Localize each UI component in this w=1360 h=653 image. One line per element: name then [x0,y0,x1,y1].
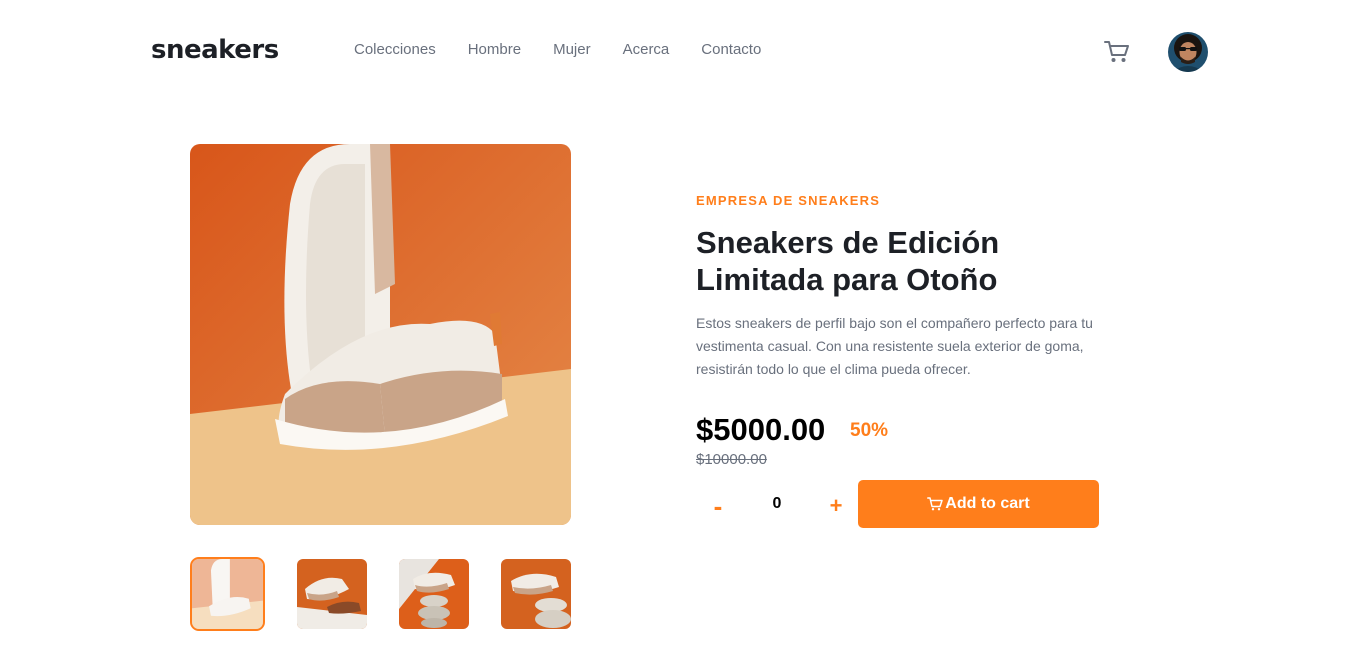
nav-link-hombre[interactable]: Hombre [468,40,521,60]
company-name: EMPRESA DE SNEAKERS [696,193,881,208]
quantity-increase-button[interactable]: + [824,494,848,518]
avatar[interactable] [1168,32,1208,72]
original-price: $10000.00 [696,451,767,468]
site-logo[interactable]: sneakers [151,34,279,66]
thumbnail-1[interactable] [190,557,265,631]
current-price: $5000.00 [696,412,826,447]
cart-icon [927,497,944,511]
product-description: Estos sneakers de perfil bajo son el com… [696,315,1093,377]
nav-link-contacto[interactable]: Contacto [701,40,761,60]
discount-badge: 50% [850,420,889,441]
main-nav: Colecciones Hombre Mujer Acerca Contacto [354,40,761,60]
add-to-cart-label: Add to cart [945,495,1030,512]
quantity-decrease-button[interactable]: - [706,493,730,519]
sneaker-photo [190,144,571,525]
nav-link-colecciones[interactable]: Colecciones [354,40,436,60]
quantity-value: 0 [772,495,782,512]
product-main-image[interactable] [190,144,571,525]
cart-button[interactable] [1104,40,1130,64]
nav-link-mujer[interactable]: Mujer [553,40,591,60]
thumbnail-2[interactable] [297,559,367,629]
thumbnail-3[interactable] [399,559,469,629]
product-title: Sneakers de Edición Limitada para Otoño [696,225,1000,297]
thumbnail-strip [190,557,571,631]
cart-icon [1104,41,1129,62]
thumbnail-4[interactable] [501,559,571,629]
site-header: sneakers Colecciones Hombre Mujer Acerca… [0,0,1360,100]
nav-link-acerca[interactable]: Acerca [623,40,670,60]
add-to-cart-button[interactable]: Add to cart [858,480,1099,528]
